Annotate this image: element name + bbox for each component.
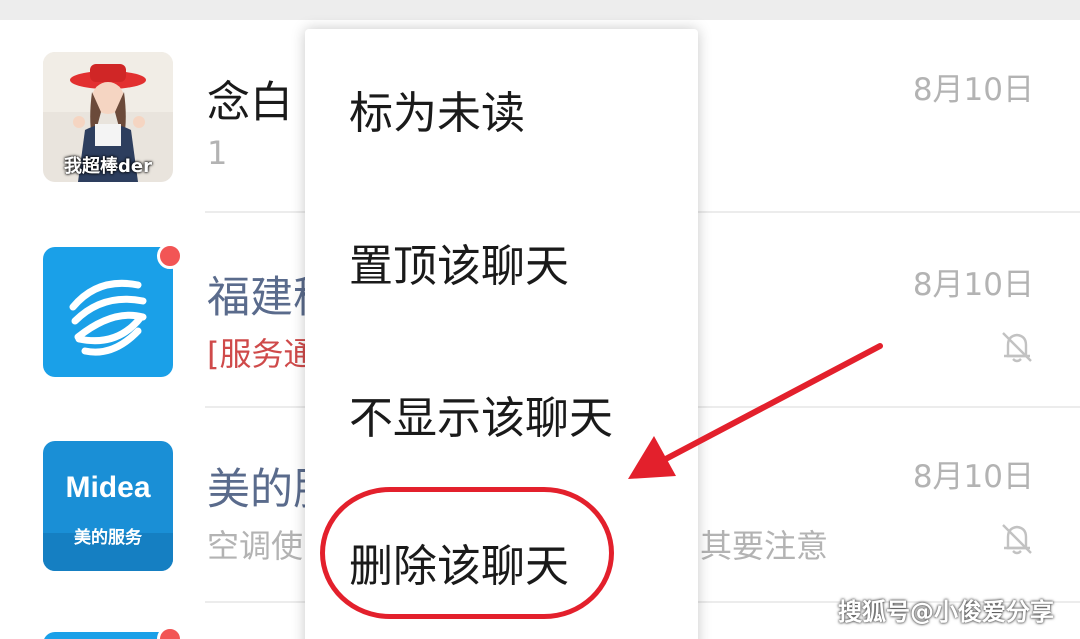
annotation-arrow — [628, 343, 883, 479]
chat-list-screen: 我超棒der 念白 1 8月10日 福建移 [服务通 8月10日 Midea 美… — [0, 0, 1080, 639]
watermark: 搜狐号@小俊爱分享 — [838, 598, 1054, 626]
